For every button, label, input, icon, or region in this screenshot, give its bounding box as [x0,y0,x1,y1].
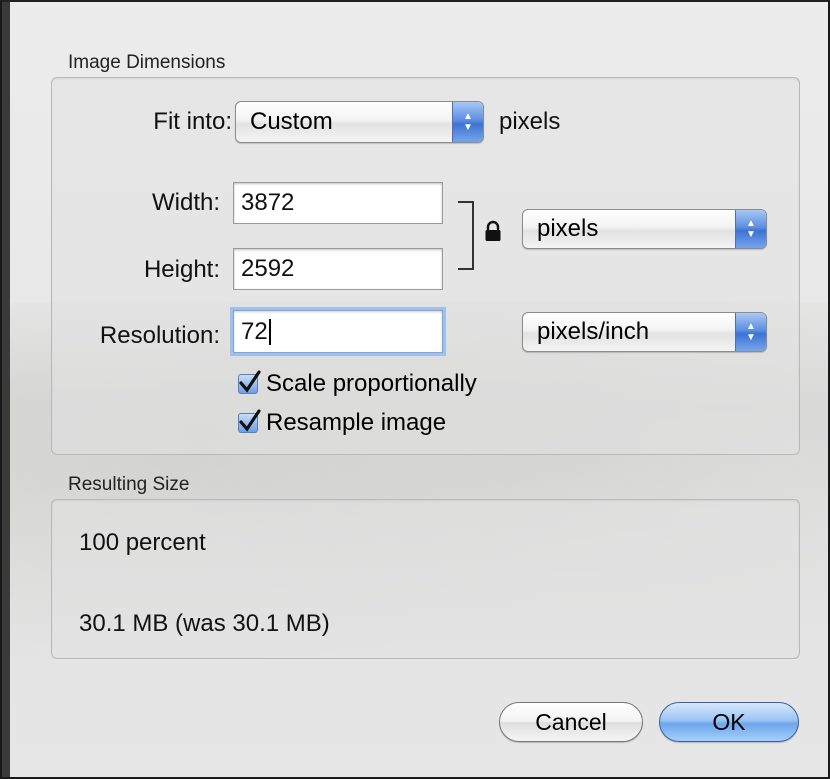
checkbox-checked-icon [238,370,261,394]
height-label: Height: [143,256,220,283]
width-label: Width: [151,189,220,216]
constrain-bracket [458,201,474,270]
fit-into-value: Custom [250,108,333,135]
size-unit-value: pixels [537,215,599,242]
height-field[interactable]: 2592 [233,248,443,290]
ok-button[interactable]: OK [659,702,799,742]
fit-into-suffix: pixels [499,108,561,135]
text-caret [268,318,271,345]
size-unit-popup[interactable]: pixels ▲ ▼ [522,209,767,249]
resulting-file-size: 30.1 MB (was 30.1 MB) [79,610,330,637]
cancel-button[interactable]: Cancel [499,702,643,742]
resolution-label: Resolution: [99,322,220,349]
image-dimensions-title: Image Dimensions [68,52,226,73]
scale-proportionally-label: Scale proportionally [266,370,477,397]
height-value: 2592 [241,255,295,282]
checkbox-checked-icon [238,409,261,433]
popup-arrows-icon: ▲ ▼ [452,102,483,142]
width-field[interactable]: 3872 [233,182,443,224]
resulting-percent: 100 percent [79,529,206,556]
scale-proportionally-checkbox[interactable]: Scale proportionally [238,370,477,398]
popup-arrows-icon: ▲ ▼ [735,210,766,248]
resample-image-label: Resample image [266,409,447,436]
resample-image-checkbox[interactable]: Resample image [238,409,446,437]
window-edge [2,2,10,777]
lock-icon [484,220,502,247]
resulting-size-title: Resulting Size [68,474,190,495]
fit-into-label: Fit into: [153,108,232,135]
popup-arrows-icon: ▲ ▼ [735,313,766,351]
resolution-value: 72 [241,317,268,345]
resolution-unit-popup[interactable]: pixels/inch ▲ ▼ [522,312,767,352]
resolution-field[interactable]: 72 [233,310,443,353]
image-size-dialog: Image Dimensions Fit into: Custom ▲ ▼ pix… [0,0,830,779]
resolution-unit-value: pixels/inch [537,318,650,345]
width-value: 3872 [241,189,295,216]
fit-into-popup[interactable]: Custom ▲ ▼ [235,101,484,143]
